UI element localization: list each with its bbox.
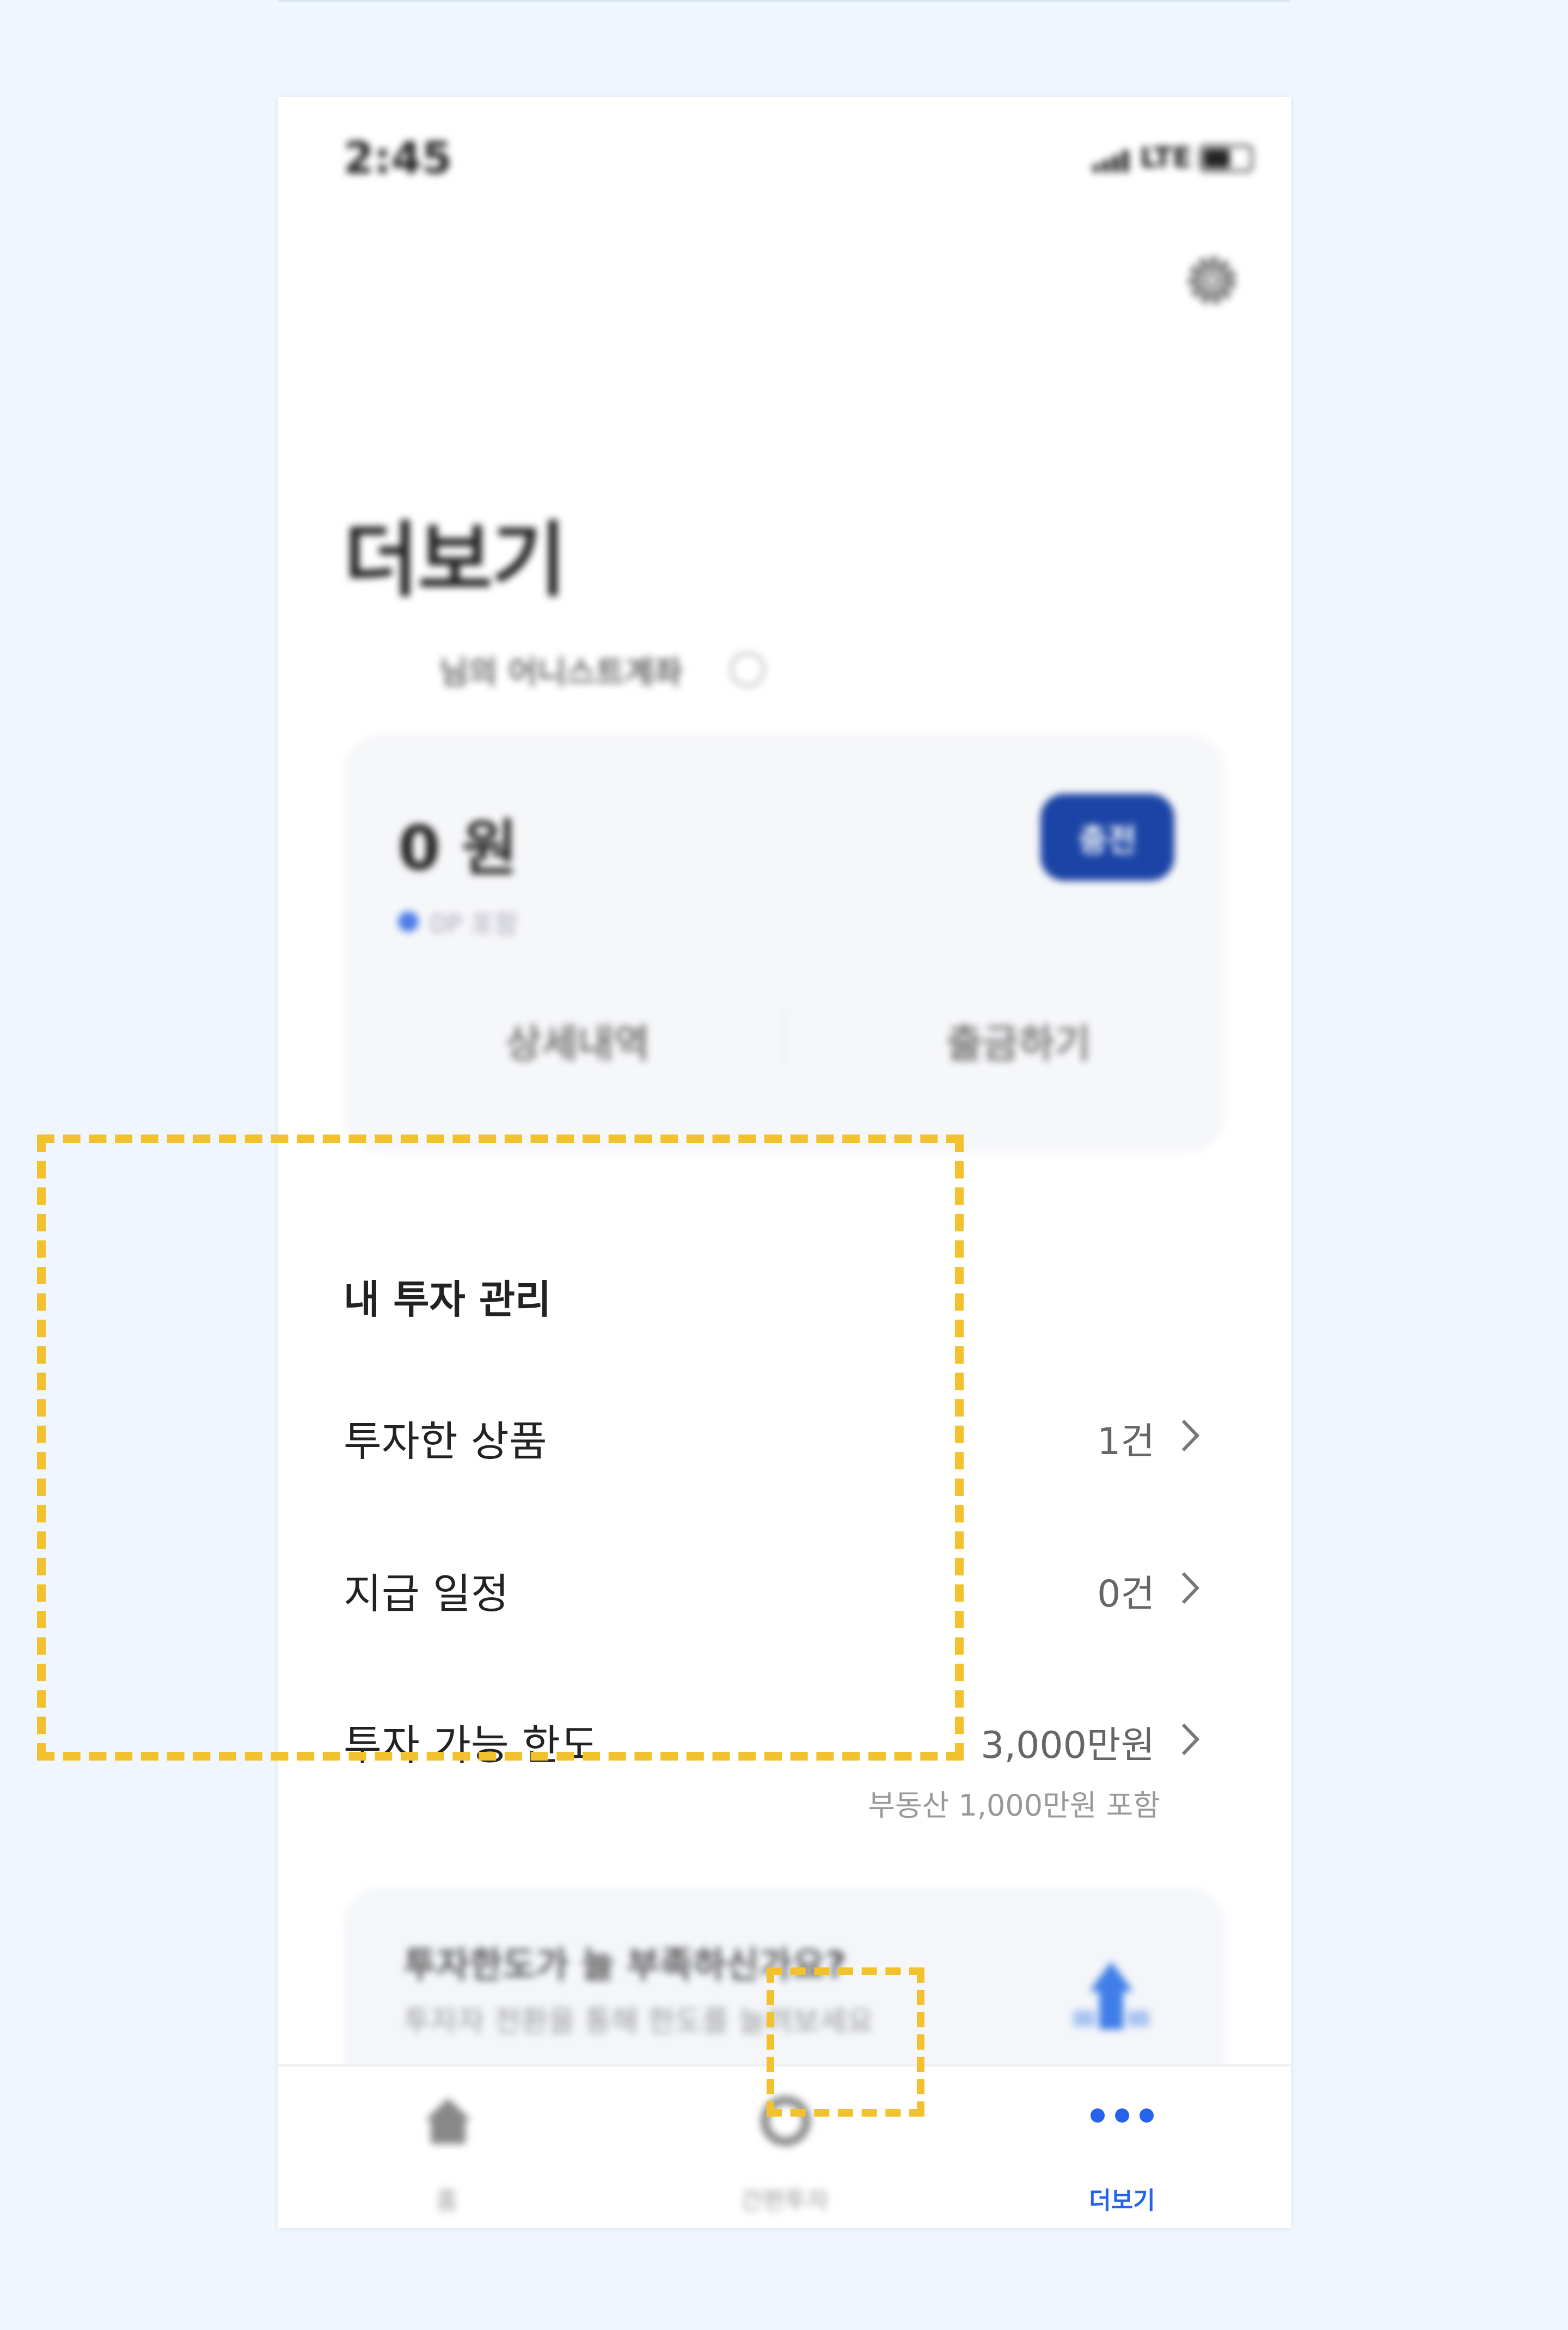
more-dots-icon: [1087, 2105, 1157, 2129]
points-note: 0P 포함: [398, 903, 518, 941]
row-value: 1건: [1097, 1420, 1155, 1463]
network-label: LTE: [1140, 142, 1192, 174]
chevron-right-icon: [1177, 1417, 1204, 1457]
highlight-more-tab: [767, 1967, 924, 2117]
arrow-up-icon: [1068, 1959, 1155, 2043]
status-icons: LTE: [1093, 144, 1253, 172]
row-subtext: 부동산 1,000만원 포함: [868, 1788, 1160, 1823]
tab-label: 더보기: [1089, 2187, 1155, 2215]
charge-button[interactable]: 충전: [1040, 794, 1174, 881]
detail-history-button[interactable]: 상세내역: [409, 1011, 746, 1069]
withdraw-button[interactable]: 출금하기: [850, 1011, 1187, 1069]
home-icon: [421, 2094, 475, 2150]
account-label: 님의 어니스트계좌: [439, 654, 683, 691]
tab-label: 간편투자: [740, 2187, 829, 2215]
tab-more[interactable]: 더보기: [953, 2067, 1291, 2228]
tab-label: 홈: [436, 2187, 458, 2215]
row-value: 0건: [1097, 1573, 1155, 1616]
status-time: 2:45: [344, 133, 452, 183]
chevron-right-icon: [1177, 1569, 1204, 1609]
point-icon: [398, 911, 419, 932]
balance-card: 0 원 0P 포함 충전 상세내역 출금하기: [344, 734, 1226, 1153]
page-title: 더보기: [344, 513, 567, 608]
balance-amount: 0 원: [398, 813, 518, 884]
battery-icon: [1199, 145, 1253, 172]
previous-screen-edge: [278, 0, 1291, 2]
tab-home[interactable]: 홈: [278, 2067, 616, 2228]
row-value: 3,000만원: [981, 1724, 1155, 1767]
card-divider: [783, 1011, 786, 1066]
help-icon[interactable]: [730, 652, 765, 687]
signal-icon: [1093, 150, 1132, 172]
highlight-investment-section: [37, 1135, 964, 1761]
gear-icon[interactable]: [1182, 250, 1242, 312]
points-text: 0P 포함: [430, 909, 519, 940]
chevron-right-icon: [1177, 1720, 1204, 1761]
